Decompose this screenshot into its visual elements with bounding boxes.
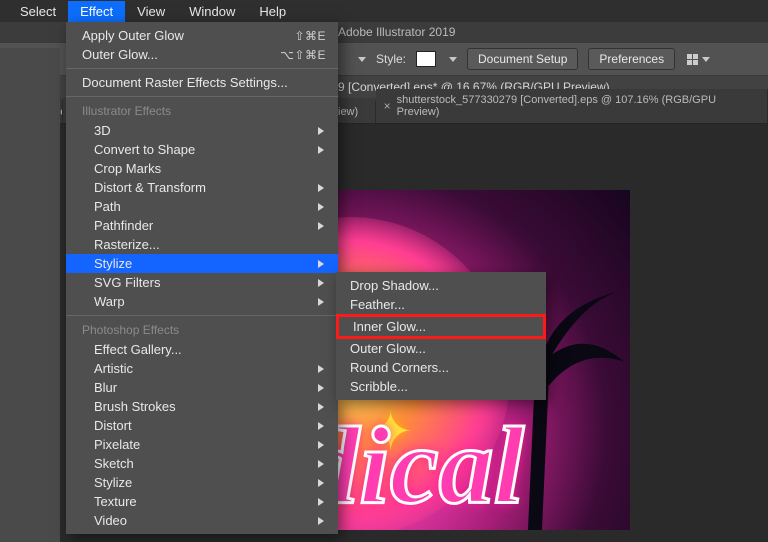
submenu-item-scribble[interactable]: Scribble... — [336, 377, 546, 396]
submenu-arrow-icon — [318, 222, 324, 230]
menu-item-brush-strokes[interactable]: Brush Strokes — [66, 397, 338, 416]
submenu-arrow-icon — [318, 498, 324, 506]
menu-view[interactable]: View — [125, 1, 177, 22]
submenu-arrow-icon — [318, 260, 324, 268]
submenu-arrow-icon — [318, 146, 324, 154]
menu-item-label: 3D — [94, 123, 111, 138]
menu-item-effect-gallery[interactable]: Effect Gallery... — [66, 340, 338, 359]
menu-item-video[interactable]: Video — [66, 511, 338, 530]
menu-item-convert-to-shape[interactable]: Convert to Shape — [66, 140, 338, 159]
menu-item-label: Rasterize... — [94, 237, 160, 252]
menu-item-label: Warp — [94, 294, 125, 309]
effect-dropdown: Apply Outer Glow ⇧⌘E Outer Glow... ⌥⇧⌘E … — [66, 22, 338, 534]
style-label: Style: — [376, 52, 406, 66]
menu-select[interactable]: Select — [8, 1, 68, 22]
menu-item-label: Distort — [94, 418, 132, 433]
chevron-down-icon[interactable] — [449, 57, 457, 62]
menu-item-apply-last[interactable]: Apply Outer Glow ⇧⌘E — [66, 26, 338, 45]
menu-item-label: Blur — [94, 380, 117, 395]
app-title: Adobe Illustrator 2019 — [338, 25, 455, 39]
menu-section-photoshop: Photoshop Effects — [66, 320, 338, 340]
style-swatch[interactable] — [416, 51, 436, 67]
menu-item-label: Sketch — [94, 456, 134, 471]
submenu-arrow-icon — [318, 422, 324, 430]
align-options-icon[interactable] — [685, 49, 711, 69]
menu-item-artistic[interactable]: Artistic — [66, 359, 338, 378]
side-tools-panel — [0, 48, 60, 542]
menu-section-illustrator: Illustrator Effects — [66, 101, 338, 121]
submenu-item-outer-glow[interactable]: Outer Glow... — [336, 339, 546, 358]
menu-item-label: Stylize — [94, 475, 132, 490]
menu-separator — [66, 315, 338, 316]
submenu-item-inner-glow[interactable]: Inner Glow... — [336, 314, 546, 339]
menu-item-pixelate[interactable]: Pixelate — [66, 435, 338, 454]
submenu-arrow-icon — [318, 384, 324, 392]
submenu-arrow-icon — [318, 403, 324, 411]
menu-item-blur[interactable]: Blur — [66, 378, 338, 397]
chevron-down-icon[interactable] — [358, 57, 366, 62]
submenu-arrow-icon — [318, 365, 324, 373]
menu-item-3d[interactable]: 3D — [66, 121, 338, 140]
tab-label: iew) — [338, 106, 358, 118]
menu-item-label: Apply Outer Glow — [82, 28, 184, 43]
menu-item-path[interactable]: Path — [66, 197, 338, 216]
menu-item-pathfinder[interactable]: Pathfinder — [66, 216, 338, 235]
submenu-item-drop-shadow[interactable]: Drop Shadow... — [336, 276, 546, 295]
menu-shortcut: ⇧⌘E — [294, 29, 326, 43]
menu-item-texture[interactable]: Texture — [66, 492, 338, 511]
menu-item-label: Crop Marks — [94, 161, 161, 176]
submenu-item-round-corners[interactable]: Round Corners... — [336, 358, 546, 377]
menu-item-label: Distort & Transform — [94, 180, 206, 195]
menu-item-raster-settings[interactable]: Document Raster Effects Settings... — [66, 73, 338, 92]
submenu-arrow-icon — [318, 298, 324, 306]
menu-item-svg-filters[interactable]: SVG Filters — [66, 273, 338, 292]
menu-separator — [66, 96, 338, 97]
menu-item-rasterize[interactable]: Rasterize... — [66, 235, 338, 254]
submenu-arrow-icon — [318, 279, 324, 287]
menu-separator — [66, 68, 338, 69]
submenu-arrow-icon — [318, 441, 324, 449]
menu-effect[interactable]: Effect — [68, 1, 125, 22]
submenu-arrow-icon — [318, 184, 324, 192]
menu-item-label: Document Raster Effects Settings... — [82, 75, 288, 90]
menu-item-label: Brush Strokes — [94, 399, 176, 414]
menu-item-label: Path — [94, 199, 121, 214]
menu-item-label: Artistic — [94, 361, 133, 376]
menu-item-label: Pixelate — [94, 437, 140, 452]
menu-item-label: Effect Gallery... — [94, 342, 182, 357]
preferences-button[interactable]: Preferences — [588, 48, 675, 70]
menu-item-distort-transform[interactable]: Distort & Transform — [66, 178, 338, 197]
document-tab[interactable]: × shutterstock_577330279 [Converted].eps… — [376, 89, 768, 123]
tab-label: shutterstock_577330279 [Converted].eps @… — [397, 94, 757, 118]
menu-item-distort[interactable]: Distort — [66, 416, 338, 435]
submenu-arrow-icon — [318, 479, 324, 487]
menu-help[interactable]: Help — [247, 1, 298, 22]
menu-item-sketch[interactable]: Sketch — [66, 454, 338, 473]
menu-item-label: Stylize — [94, 256, 132, 271]
menu-item-label: Convert to Shape — [94, 142, 195, 157]
menu-item-crop-marks[interactable]: Crop Marks — [66, 159, 338, 178]
submenu-item-feather[interactable]: Feather... — [336, 295, 546, 314]
submenu-arrow-icon — [318, 460, 324, 468]
close-icon[interactable]: × — [384, 99, 391, 113]
menu-item-label: SVG Filters — [94, 275, 160, 290]
menubar: Select Effect View Window Help — [0, 0, 768, 22]
menu-shortcut: ⌥⇧⌘E — [280, 48, 326, 62]
stylize-submenu: Drop Shadow...Feather...Inner Glow...Out… — [336, 272, 546, 400]
menu-item-label: Outer Glow... — [82, 47, 158, 62]
menu-item-warp[interactable]: Warp — [66, 292, 338, 311]
menu-item-stylize[interactable]: Stylize — [66, 473, 338, 492]
submenu-arrow-icon — [318, 203, 324, 211]
submenu-arrow-icon — [318, 127, 324, 135]
menu-item-label: Pathfinder — [94, 218, 153, 233]
menu-item-label: Video — [94, 513, 127, 528]
menu-item-label: Texture — [94, 494, 137, 509]
menu-item-stylize[interactable]: Stylize — [66, 254, 338, 273]
menu-window[interactable]: Window — [177, 1, 247, 22]
document-setup-button[interactable]: Document Setup — [467, 48, 578, 70]
menu-item-last-effect[interactable]: Outer Glow... ⌥⇧⌘E — [66, 45, 338, 64]
submenu-arrow-icon — [318, 517, 324, 525]
